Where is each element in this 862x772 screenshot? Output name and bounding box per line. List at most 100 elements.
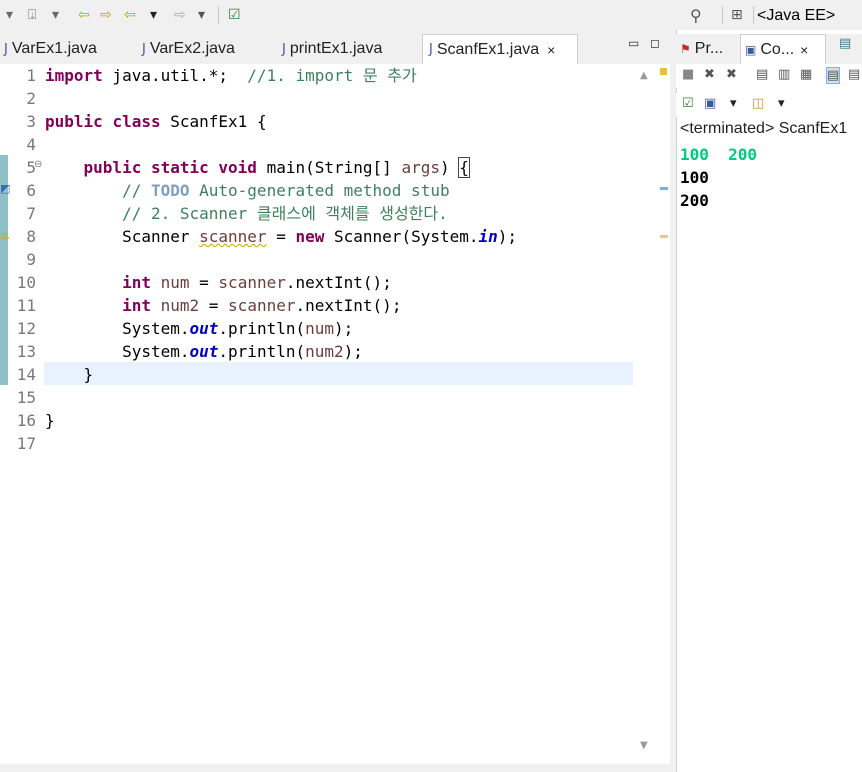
- code-text: java.util.*;: [102, 66, 248, 85]
- console-output-line: 100: [680, 168, 709, 187]
- line-number: 6: [26, 181, 36, 200]
- scroll-lock-icon[interactable]: ▥: [778, 67, 790, 82]
- line-number: 2: [26, 89, 36, 108]
- line-number: 9: [26, 250, 36, 269]
- comment: Auto-generated method stub: [189, 181, 450, 200]
- dropdown-icon[interactable]: ▾: [150, 5, 157, 25]
- debug-icon[interactable]: ▤: [839, 36, 851, 51]
- console-input-line: 100 200: [680, 145, 758, 164]
- keyword: new: [295, 227, 325, 246]
- comment: // 2. Scanner 클래스에 객체를 생성한다.: [122, 204, 448, 223]
- code-text: Scanner(System.: [324, 227, 479, 246]
- tab-label: ScanfEx1.java: [436, 40, 540, 58]
- line-number: 11: [16, 296, 36, 315]
- new-task-icon[interactable]: ☑: [228, 5, 241, 25]
- code-text: );: [343, 342, 363, 361]
- code-line-5: public static void main(String[] args) {: [45, 156, 470, 179]
- line-number: 16: [16, 411, 36, 430]
- tab-problems[interactable]: ⚑ Pr...: [680, 34, 736, 64]
- remove-all-icon[interactable]: ✖: [726, 67, 737, 82]
- editor-vertical-scrollbar[interactable]: ▲ ▼: [634, 64, 656, 764]
- maximize-icon[interactable]: ◻: [650, 36, 660, 50]
- code-line-14: }: [45, 363, 94, 386]
- dropdown-icon[interactable]: ▾: [730, 96, 737, 111]
- tab-varex2[interactable]: J VarEx2.java: [142, 34, 272, 64]
- terminate-icon[interactable]: ■: [682, 67, 694, 82]
- tab-varex1[interactable]: J VarEx1.java: [4, 34, 134, 64]
- line-number: 1: [26, 66, 36, 85]
- line-number: 4: [26, 135, 36, 154]
- open-perspective-icon[interactable]: ⊞: [731, 5, 743, 25]
- console-toolbar: ■ ✖ ✖ ▤ ▥ ▦ ▤ ▤: [676, 64, 862, 88]
- dropdown-icon[interactable]: ▾: [52, 5, 59, 25]
- keyword: class: [112, 112, 161, 131]
- toolbar-separator: [218, 6, 219, 24]
- line-number: 12: [16, 319, 36, 338]
- console-view: [676, 30, 862, 772]
- main-toolbar: ▾ ⍗ ▾ ⇦ ⇨ ⇦ ▾ ⇨ ▾ ☑ ⚲ ⊞ <Java EE>: [0, 0, 862, 30]
- editor-tab-bar: J VarEx1.java J VarEx2.java JprintEx1.java…: [0, 34, 670, 65]
- editor-horizontal-scrollbar[interactable]: [0, 764, 670, 772]
- tab-label: printEx1.java: [289, 40, 383, 57]
- static-field: out: [189, 342, 219, 361]
- dropdown-icon[interactable]: ▾: [778, 96, 785, 111]
- code-line-1: import java.util.*; //1. import 문 추가: [45, 64, 417, 87]
- code-line-13: System.out.println(num2);: [45, 340, 363, 363]
- line-number: 8: [26, 227, 36, 246]
- search-icon[interactable]: ⚲: [690, 5, 702, 25]
- code-line-10: int num = scanner.nextInt();: [45, 271, 392, 294]
- console-status: <terminated> ScanfEx1: [680, 120, 848, 137]
- tab-printex1[interactable]: JprintEx1.java: [282, 34, 417, 64]
- code-text: Scanner: [122, 227, 200, 246]
- code-line-6: // TODO Auto-generated method stub: [45, 179, 450, 202]
- code-text: );: [497, 227, 518, 246]
- display-console-icon[interactable]: ▣: [704, 96, 716, 111]
- word-wrap-icon[interactable]: ▦: [800, 67, 812, 82]
- occurrence-marker[interactable]: [660, 187, 668, 190]
- code-text: .println(: [218, 342, 306, 361]
- code-text: System.: [122, 319, 190, 338]
- warning-summary-icon[interactable]: [660, 68, 667, 75]
- perspective-label: <Java EE>: [757, 7, 836, 24]
- console-icon: ▣: [745, 42, 757, 57]
- remove-launch-icon[interactable]: ✖: [704, 67, 715, 82]
- pin-icon[interactable]: ⍗: [28, 5, 36, 25]
- clear-console-icon[interactable]: ▤: [756, 67, 768, 82]
- code-line-8: Scanner scanner = new Scanner(System.in)…: [45, 225, 517, 248]
- toolbar-separator: [722, 6, 723, 24]
- forward-icon[interactable]: ⇨: [174, 5, 186, 25]
- tab-console[interactable]: ▣ Co... ×: [740, 34, 826, 64]
- keyword: int: [122, 273, 151, 292]
- tab-scanfex1[interactable]: J ScanfEx1.java ×: [422, 34, 578, 64]
- pin-console-icon[interactable]: ☑: [682, 96, 694, 111]
- code-text: =: [266, 227, 296, 246]
- tab-label: Pr...: [694, 40, 724, 57]
- scroll-down-icon[interactable]: ▼: [640, 740, 648, 751]
- back-icon[interactable]: ⇦: [124, 5, 136, 25]
- back-edit-icon[interactable]: ⇦: [78, 5, 90, 25]
- minimize-icon[interactable]: ▭: [628, 36, 639, 50]
- warning-icon[interactable]: ⚠: [0, 229, 10, 242]
- close-icon[interactable]: ×: [547, 42, 555, 58]
- java-file-icon: J: [429, 42, 433, 57]
- code-line-11: int num2 = scanner.nextInt();: [45, 294, 401, 317]
- dropdown-icon[interactable]: ▾: [6, 5, 13, 25]
- perspective-java-ee[interactable]: <Java EE>: [757, 4, 835, 28]
- java-file-icon: J: [142, 41, 146, 57]
- show-on-error-icon[interactable]: ▤: [848, 67, 860, 82]
- dropdown-icon[interactable]: ▾: [198, 5, 205, 25]
- fold-collapse-icon[interactable]: ⊖: [34, 159, 42, 170]
- line-number: 14: [16, 365, 36, 384]
- close-icon[interactable]: ×: [800, 42, 808, 58]
- forward-edit-icon[interactable]: ⇨: [100, 5, 112, 25]
- open-console-icon[interactable]: ◫: [752, 96, 764, 111]
- show-on-output-icon[interactable]: ▤: [826, 67, 841, 84]
- code-text: System.: [122, 342, 190, 361]
- comment: //1. import 문 추가: [247, 66, 417, 85]
- scroll-up-icon[interactable]: ▲: [640, 70, 648, 81]
- warning-marker[interactable]: [660, 235, 668, 238]
- line-number: 5: [26, 158, 36, 177]
- overview-ruler[interactable]: [656, 64, 670, 764]
- code-text: ): [439, 158, 460, 177]
